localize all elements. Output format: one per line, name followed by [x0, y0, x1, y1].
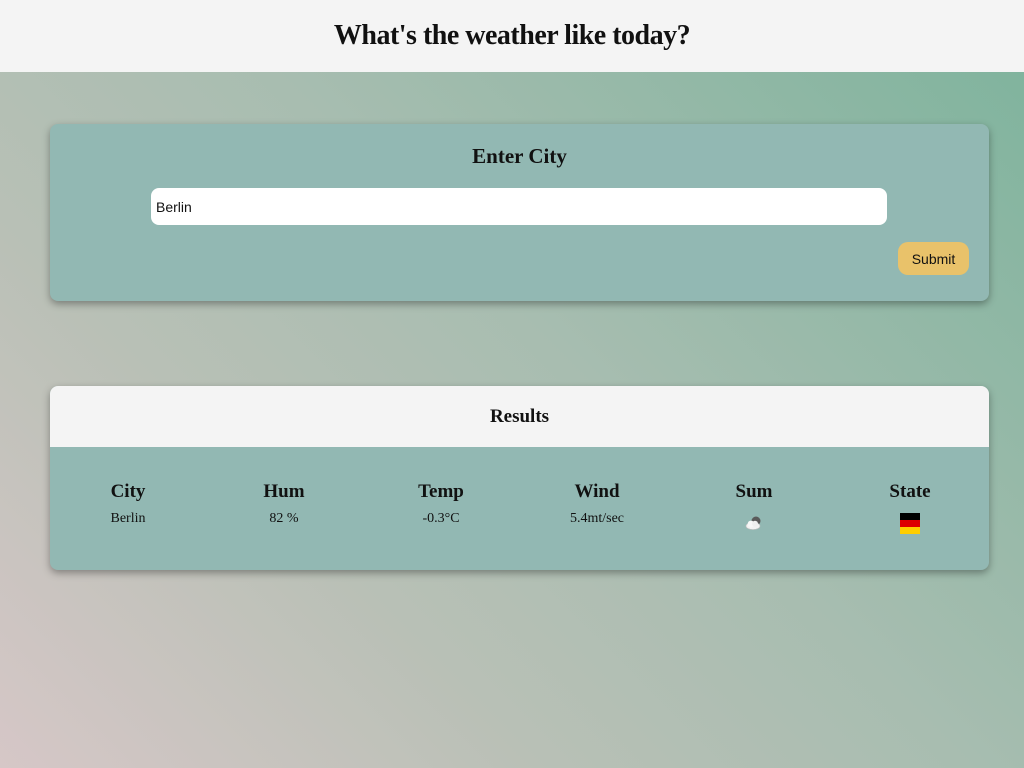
flag-stripe-gold — [900, 527, 920, 534]
city-value: Berlin — [110, 511, 146, 526]
flag-stripe-red — [900, 520, 920, 527]
results-table: City Berlin Hum 82 % Temp -0.3°C Wind 5.… — [50, 447, 989, 570]
result-column-state: State — [850, 481, 970, 534]
city-input[interactable] — [151, 188, 887, 225]
city-search-card: Enter City Submit — [50, 124, 989, 301]
results-title: Results — [489, 405, 550, 427]
column-header: City — [110, 481, 146, 502]
column-header: Wind — [574, 481, 620, 502]
wind-value: 5.4mt/sec — [569, 511, 625, 526]
humidity-value: 82 % — [269, 511, 299, 526]
column-header: State — [889, 481, 931, 502]
results-header: Results — [50, 386, 989, 447]
result-column-humidity: Hum 82 % — [224, 481, 344, 527]
submit-button[interactable]: Submit — [898, 242, 969, 275]
result-column-temperature: Temp -0.3°C — [381, 481, 501, 527]
result-column-wind: Wind 5.4mt/sec — [537, 481, 657, 527]
results-card: Results City Berlin Hum 82 % Temp -0.3°C… — [50, 386, 989, 570]
city-search-title: Enter City — [472, 144, 567, 168]
column-header: Temp — [418, 481, 464, 502]
germany-flag-icon — [900, 513, 920, 534]
partly-cloudy-icon — [744, 513, 764, 533]
column-header: Sum — [735, 481, 773, 502]
flag-stripe-black — [900, 513, 920, 520]
page-title: What's the weather like today? — [333, 20, 691, 51]
temperature-value: -0.3°C — [422, 511, 460, 526]
top-header: What's the weather like today? — [0, 0, 1024, 72]
column-header: Hum — [263, 481, 305, 502]
result-column-city: City Berlin — [68, 481, 188, 527]
result-column-summary: Sum — [694, 481, 814, 533]
